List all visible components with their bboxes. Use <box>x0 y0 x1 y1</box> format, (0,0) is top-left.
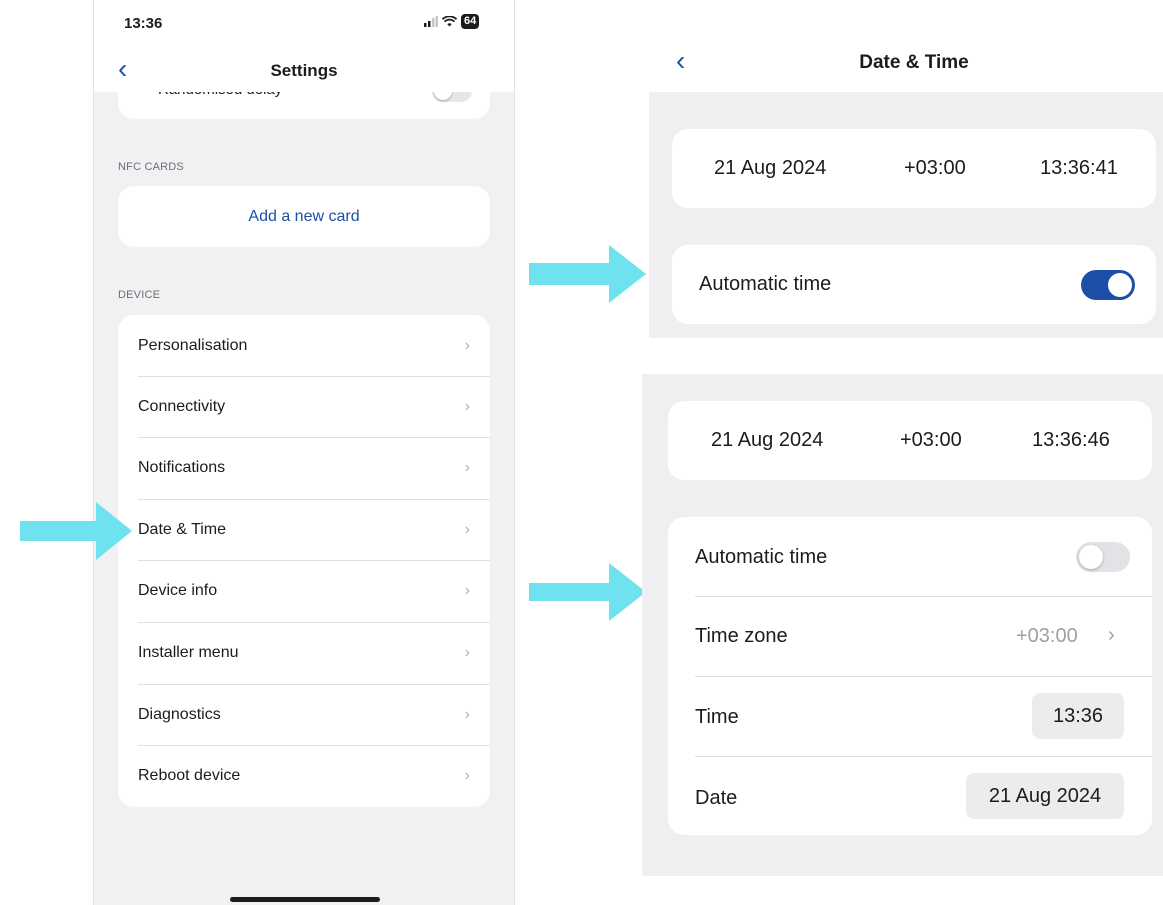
chevron-right-icon: › <box>464 644 470 661</box>
chevron-right-icon: › <box>464 459 470 476</box>
menu-item-label: Connectivity <box>138 398 226 415</box>
chevron-right-icon: › <box>464 582 470 599</box>
date-time-panel-automatic-off: 21 Aug 2024 +03:00 13:36:46 Automatic ti… <box>642 374 1163 876</box>
battery-icon: 64 <box>461 14 480 29</box>
arrow-right-icon <box>529 245 646 303</box>
current-datetime-card: 21 Aug 2024 +03:00 13:36:46 <box>668 401 1152 480</box>
chevron-right-icon: › <box>464 337 470 354</box>
time-zone-label: Time zone <box>695 625 788 647</box>
automatic-time-toggle[interactable] <box>1081 270 1135 300</box>
date-label: Date <box>695 787 738 809</box>
settings-screen: 13:36 64 ‹ Settings Randomised delay 13:… <box>93 0 515 905</box>
menu-item-diagnostics[interactable]: Diagnostics › <box>118 684 490 746</box>
manual-settings-card: Automatic time Time zone +03:00 › Time 1… <box>668 517 1152 835</box>
status-time-overlay: 13:36 <box>124 15 163 32</box>
arrow-right-icon <box>20 502 132 560</box>
signal-icon <box>424 16 438 27</box>
menu-item-date-time[interactable]: Date & Time › <box>118 499 490 561</box>
divider <box>695 756 1152 757</box>
date-time-panel-automatic-on: 21 Aug 2024 +03:00 13:36:41 Automatic ti… <box>649 92 1163 338</box>
device-section-label: DEVICE <box>118 289 161 301</box>
current-offset: +03:00 <box>904 157 966 179</box>
status-icons-overlay: 64 <box>424 14 480 29</box>
randomised-delay-label: Randomised delay <box>158 81 283 98</box>
time-zone-value: +03:00 <box>1016 625 1078 647</box>
wifi-icon <box>442 16 457 27</box>
time-picker[interactable]: 13:36 <box>1032 693 1124 739</box>
arrow-right-icon <box>529 563 646 621</box>
automatic-time-card: Automatic time <box>672 245 1156 324</box>
date-picker[interactable]: 21 Aug 2024 <box>966 773 1124 819</box>
current-date: 21 Aug 2024 <box>711 429 824 451</box>
settings-title-overlay: Settings <box>270 61 338 80</box>
current-time: 13:36:46 <box>1032 429 1110 451</box>
menu-item-label: Installer menu <box>138 644 239 661</box>
randomised-delay-toggle[interactable] <box>432 80 472 102</box>
menu-item-label: Personalisation <box>138 337 248 354</box>
current-datetime-card: 21 Aug 2024 +03:00 13:36:41 <box>672 129 1156 208</box>
current-date: 21 Aug 2024 <box>714 157 827 179</box>
chevron-right-icon: › <box>464 398 470 415</box>
chevron-right-icon: › <box>464 706 470 723</box>
current-time: 13:36:41 <box>1040 157 1118 179</box>
date-time-header: ‹ Date & Time <box>649 30 1163 92</box>
divider <box>695 676 1152 677</box>
time-zone-row[interactable]: Time zone +03:00 › <box>668 597 1152 676</box>
automatic-time-label: Automatic time <box>695 546 828 568</box>
menu-item-label: Diagnostics <box>138 706 221 723</box>
add-card-label: Add a new card <box>248 207 360 225</box>
menu-item-personalisation[interactable]: Personalisation › <box>118 315 490 377</box>
menu-item-device-info[interactable]: Device info › <box>118 560 490 622</box>
menu-item-label: Date & Time <box>138 521 227 538</box>
date-time-title: Date & Time <box>859 52 969 73</box>
menu-item-label: Notifications <box>138 459 226 476</box>
home-indicator <box>230 897 380 902</box>
chevron-right-icon: › <box>464 521 470 538</box>
automatic-time-toggle[interactable] <box>1076 542 1130 572</box>
chevron-right-icon: › <box>1108 624 1115 646</box>
time-label: Time <box>695 706 739 728</box>
menu-item-notifications[interactable]: Notifications › <box>118 437 490 499</box>
chevron-right-icon: › <box>464 767 470 784</box>
menu-item-connectivity[interactable]: Connectivity › <box>118 376 490 438</box>
menu-item-label: Reboot device <box>138 767 241 784</box>
menu-item-label: Device info <box>138 582 218 599</box>
device-menu-card: Personalisation › Connectivity › Notificat… <box>118 315 490 807</box>
add-card-button[interactable]: Add a new card <box>118 186 490 247</box>
menu-item-reboot-device[interactable]: Reboot device › <box>118 745 490 807</box>
current-offset: +03:00 <box>900 429 962 451</box>
nfc-section-label: NFC CARDS <box>118 161 184 173</box>
menu-item-installer-menu[interactable]: Installer menu › <box>118 622 490 684</box>
automatic-time-label: Automatic time <box>699 273 832 295</box>
